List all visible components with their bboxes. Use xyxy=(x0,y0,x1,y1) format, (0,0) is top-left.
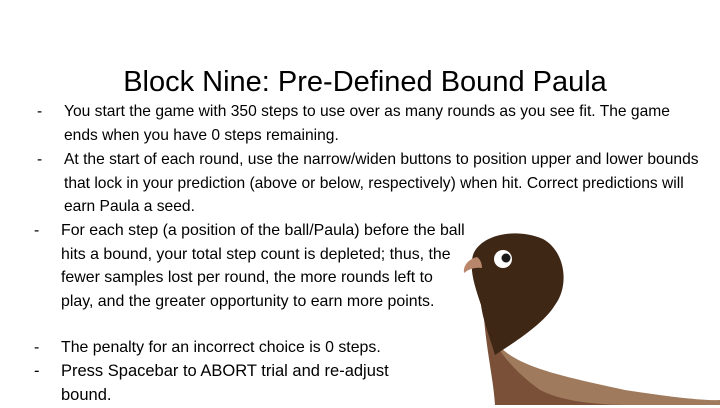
bullet-marker: - xyxy=(37,151,43,168)
bullet-item: - For each step (a position of the ball/… xyxy=(34,219,465,337)
bullet-marker: - xyxy=(34,222,40,239)
slide: Block Nine: Pre-Defined Bound Paula - Yo… xyxy=(0,0,720,405)
bullet-text: For each step (a position of the ball/Pa… xyxy=(61,222,465,310)
bullet-item: - Press Spacebar to ABORT trial and re-a… xyxy=(34,360,464,408)
pigeon-icon xyxy=(463,233,720,405)
slide-title: Block Nine: Pre-Defined Bound Paula xyxy=(123,66,607,99)
bullet-item: - At the start of each round, use the na… xyxy=(37,148,707,219)
bullet-item: - You start the game with 350 steps to u… xyxy=(37,100,697,147)
bullet-text: Press Spacebar to ABORT trial and re-adj… xyxy=(61,362,389,404)
bullet-text: You start the game with 350 steps to use… xyxy=(64,103,670,144)
bullet-text: At the start of each round, use the narr… xyxy=(64,151,699,215)
pigeon-head xyxy=(471,233,564,355)
pigeon-pupil xyxy=(501,253,511,263)
bullet-marker: - xyxy=(37,103,43,120)
bullet-marker: - xyxy=(34,362,40,380)
bullet-text: The penalty for an incorrect choice is 0… xyxy=(61,339,381,356)
bullet-item: - The penalty for an incorrect choice is… xyxy=(34,336,464,360)
bullet-marker: - xyxy=(34,339,40,356)
